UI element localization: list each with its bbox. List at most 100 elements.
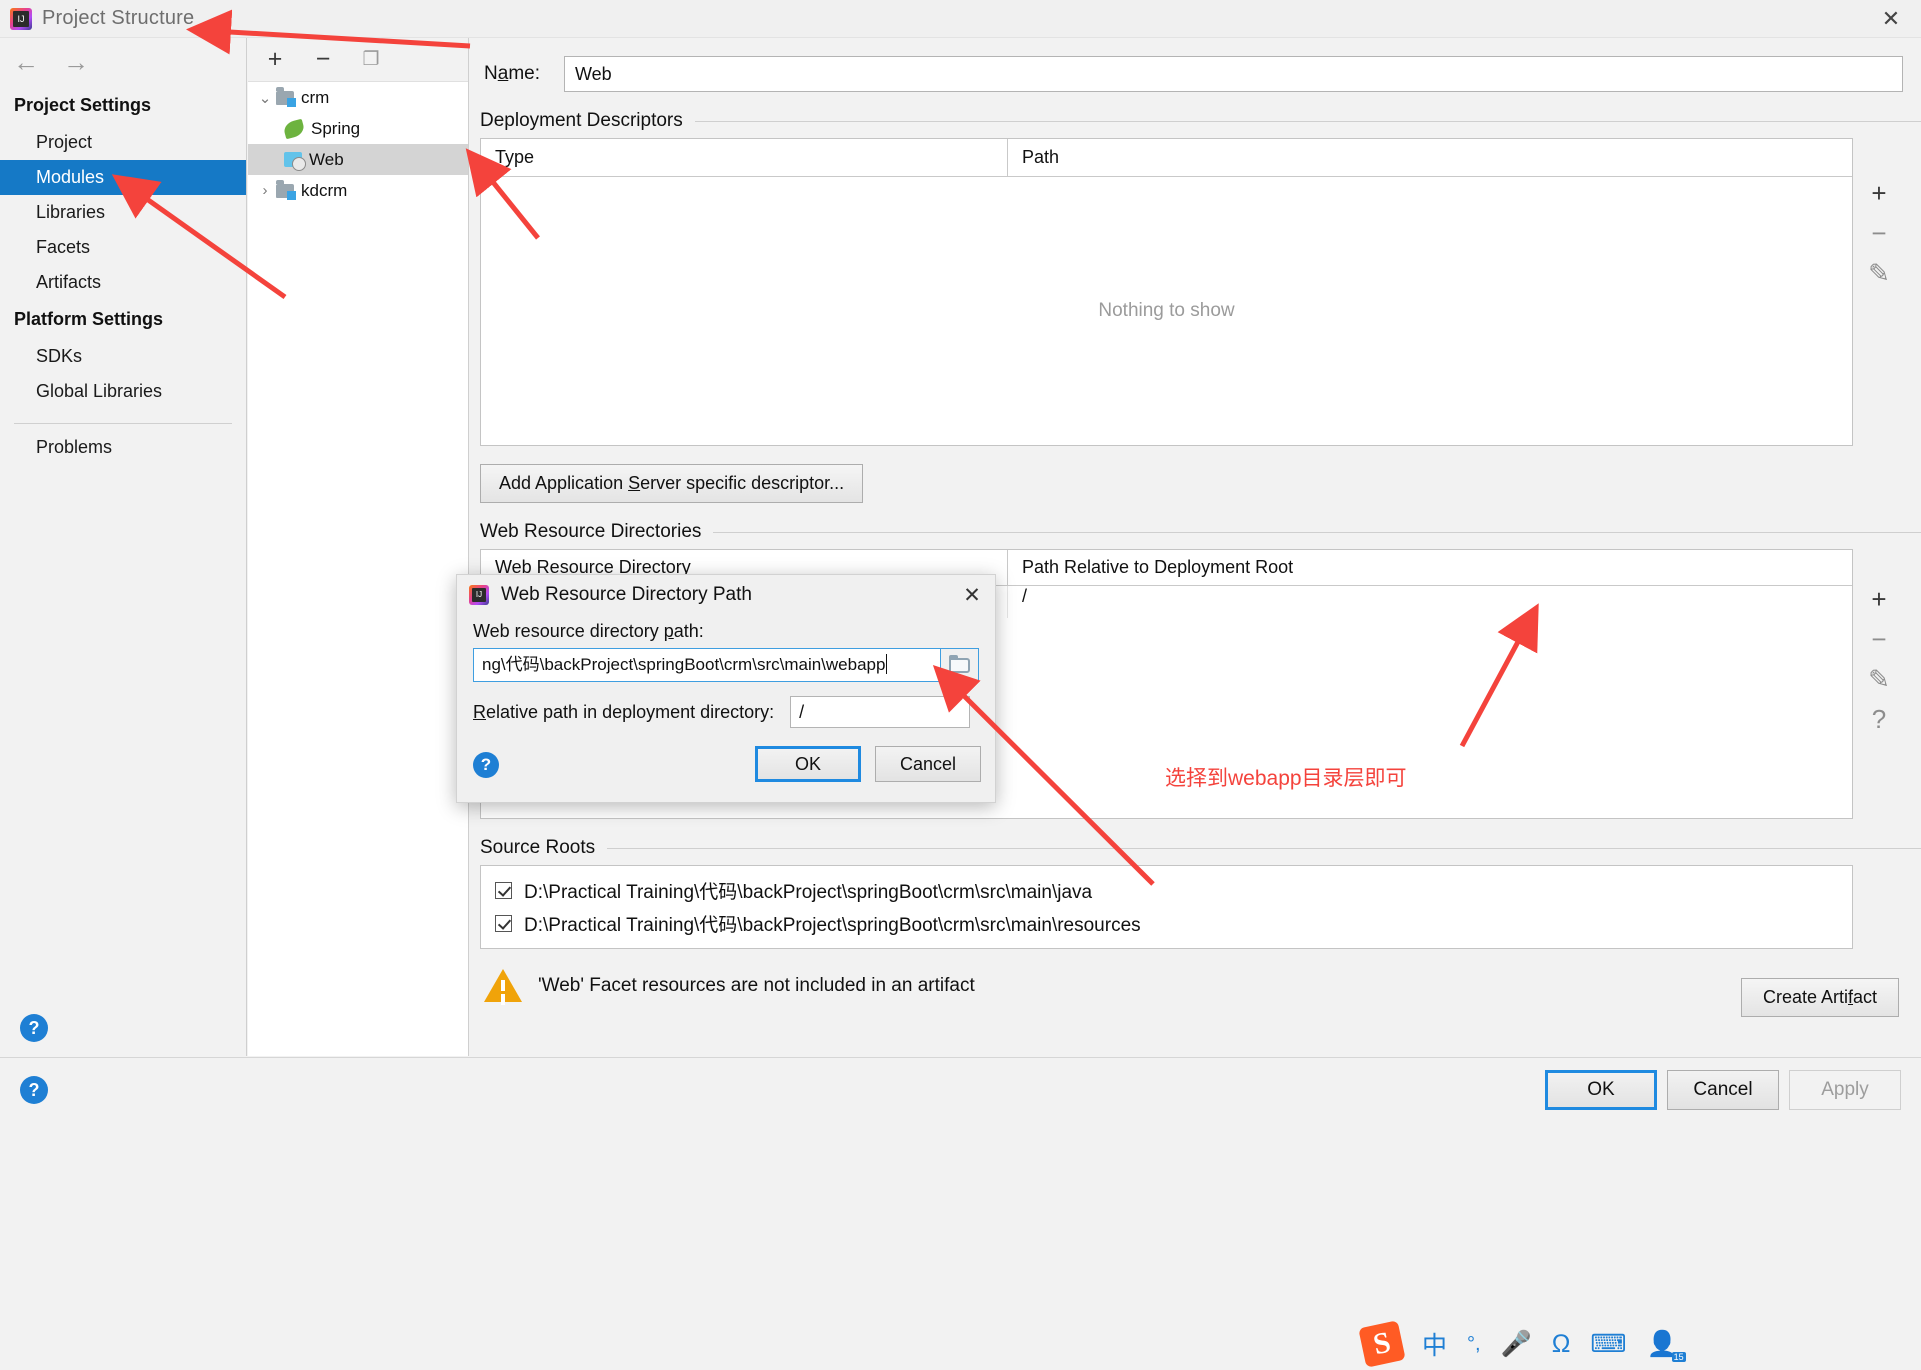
modal-footer: ? OK Cancel [457, 738, 995, 802]
ime-microphone-icon[interactable]: 🎤 [1501, 1330, 1532, 1359]
tree-node-label: Spring [311, 118, 361, 138]
sidebar-nav-arrows: ← → [0, 38, 246, 86]
module-name-label: Name: [484, 63, 540, 84]
ime-keyboard-icon[interactable]: ⌨ [1590, 1329, 1626, 1359]
table-header: Type Path [481, 139, 1852, 177]
sidebar-item-global-libraries[interactable]: Global Libraries [0, 374, 246, 409]
add-web-resource-button[interactable]: + [1859, 579, 1899, 619]
modal-ok-button[interactable]: OK [755, 746, 861, 782]
sogou-logo-icon[interactable]: S [1358, 1320, 1406, 1368]
sidebar-item-libraries[interactable]: Libraries [0, 195, 246, 230]
tree-node-spring[interactable]: Spring [248, 113, 468, 144]
tree-node-label: kdcrm [301, 180, 348, 200]
add-module-icon[interactable]: + [262, 47, 288, 72]
remove-module-icon[interactable]: − [310, 47, 336, 72]
apply-button[interactable]: Apply [1789, 1070, 1901, 1110]
ime-mode-icon[interactable]: 中 [1422, 1326, 1447, 1362]
edit-descriptor-button[interactable]: ✎ [1859, 253, 1899, 293]
copy-module-icon[interactable]: ❐ [358, 50, 384, 69]
module-name-input[interactable]: Web [564, 56, 1903, 92]
sidebar-item-problems[interactable]: Problems [0, 430, 246, 465]
warning-text: 'Web' Facet resources are not included i… [538, 974, 975, 996]
modal-close-button[interactable]: ✕ [949, 575, 995, 615]
section-rule [713, 531, 1921, 533]
tree-node-kdcrm[interactable]: › kdcrm [248, 175, 468, 206]
modal-help-icon[interactable]: ? [473, 752, 499, 778]
ime-symbol-icon[interactable]: Ω [1552, 1330, 1571, 1359]
chevron-down-icon[interactable]: ⌄ [254, 89, 276, 107]
ime-toolbar: S 中 °, 🎤 Ω ⌨ 👤 15 [1358, 1318, 1686, 1370]
sidebar-item-facets[interactable]: Facets [0, 230, 246, 265]
web-resource-path-row: ng\代码\backProject\springBoot\crm\src\mai… [473, 648, 979, 682]
path-input-value: ng\代码\backProject\springBoot\crm\src\mai… [482, 655, 886, 674]
add-descriptor-button[interactable]: + [1859, 173, 1899, 213]
tree-node-label: crm [301, 87, 330, 107]
column-header-type: Type [481, 139, 1008, 176]
module-name-row: Name: Web [470, 38, 1921, 92]
spring-icon [282, 118, 306, 139]
chevron-right-icon[interactable]: › [254, 182, 276, 199]
edit-web-resource-button[interactable]: ✎ [1859, 659, 1899, 699]
text-caret [886, 654, 888, 674]
tree-node-crm[interactable]: ⌄ crm [248, 82, 468, 113]
browse-directory-button[interactable] [941, 648, 979, 682]
intellij-idea-icon [10, 7, 32, 30]
ime-account-icon[interactable]: 👤 15 [1647, 1330, 1686, 1362]
window-titlebar: Project Structure ✕ [0, 0, 1921, 38]
sidebar-item-modules[interactable]: Modules [0, 160, 246, 195]
cell-relative-path: / [1022, 586, 1028, 606]
footer-help-icon[interactable]: ? [20, 1076, 48, 1104]
create-artifact-button[interactable]: Create Artifact [1741, 978, 1899, 1017]
tree-node-label: Web [309, 149, 344, 169]
modal-title-text: Web Resource Directory Path [501, 584, 752, 605]
tree-node-web[interactable]: Web [248, 144, 468, 175]
relative-path-row: Relative path in deployment directory: / [473, 696, 979, 728]
sidebar-item-artifacts[interactable]: Artifacts [0, 265, 246, 300]
sidebar-help-icon[interactable]: ? [20, 1014, 48, 1042]
ok-button[interactable]: OK [1545, 1070, 1657, 1110]
folder-browse-icon [949, 654, 970, 673]
table-empty-state: Nothing to show [1098, 300, 1235, 321]
module-tree-panel: + − ❐ ⌄ crm Spring Web › kdcrm [248, 38, 469, 1056]
section-label: Source Roots [480, 837, 596, 858]
checkbox-icon[interactable] [495, 915, 512, 932]
column-header-path: Path [1022, 147, 1060, 167]
relative-path-input[interactable]: / [790, 696, 971, 728]
ime-punctuation-icon[interactable]: °, [1467, 1333, 1481, 1356]
web-resource-directories-title: Web Resource Directories [470, 503, 1921, 549]
annotation-note-webapp: 选择到webapp目录层即可 [1165, 767, 1407, 790]
sidebar-group-project-settings: Project Settings [14, 95, 152, 115]
list-item[interactable]: D:\Practical Training\代码\backProject\spr… [481, 907, 1852, 940]
checkbox-icon[interactable] [495, 882, 512, 899]
sidebar-item-project[interactable]: Project [0, 125, 246, 160]
sidebar-group-platform-settings: Platform Settings [14, 309, 164, 329]
window-close-button[interactable]: ✕ [1861, 0, 1921, 38]
settings-sidebar: ← → Project Settings Project Modules Lib… [0, 38, 247, 1056]
cancel-button[interactable]: Cancel [1667, 1070, 1779, 1110]
web-resource-path-input[interactable]: ng\代码\backProject\springBoot\crm\src\mai… [473, 648, 941, 682]
window-title: Project Structure [42, 7, 195, 29]
forward-arrow-icon[interactable]: → [62, 47, 90, 78]
remove-web-resource-button[interactable]: − [1859, 619, 1899, 659]
modal-buttons: OK Cancel [755, 746, 981, 782]
sidebar-item-sdks[interactable]: SDKs [0, 339, 246, 374]
web-resource-help-button[interactable]: ? [1859, 699, 1899, 739]
source-root-path: D:\Practical Training\代码\backProject\spr… [524, 915, 1141, 936]
remove-descriptor-button[interactable]: − [1859, 213, 1899, 253]
modal-cancel-button[interactable]: Cancel [875, 746, 981, 782]
folder-module-icon [276, 179, 296, 200]
list-item[interactable]: D:\Practical Training\代码\backProject\spr… [481, 874, 1852, 907]
module-tree-toolbar: + − ❐ [248, 38, 468, 82]
sidebar-divider [14, 423, 232, 424]
artifact-warning: 'Web' Facet resources are not included i… [470, 949, 1921, 1002]
source-roots-list: D:\Practical Training\代码\backProject\spr… [480, 865, 1853, 949]
modal-titlebar: Web Resource Directory Path ✕ [457, 575, 995, 615]
deployment-descriptors-title: Deployment Descriptors [470, 92, 1921, 138]
add-app-server-descriptor-button[interactable]: Add Application Server specific descript… [480, 464, 864, 503]
folder-module-icon [276, 86, 296, 107]
section-label: Web Resource Directories [480, 521, 702, 542]
column-header-path-relative: Path Relative to Deployment Root [1022, 557, 1294, 577]
footer-buttons: OK Cancel Apply [1545, 1070, 1901, 1110]
back-arrow-icon[interactable]: ← [12, 47, 40, 78]
module-settings-panel: Name: Web Deployment Descriptors Type Pa… [470, 38, 1921, 1056]
